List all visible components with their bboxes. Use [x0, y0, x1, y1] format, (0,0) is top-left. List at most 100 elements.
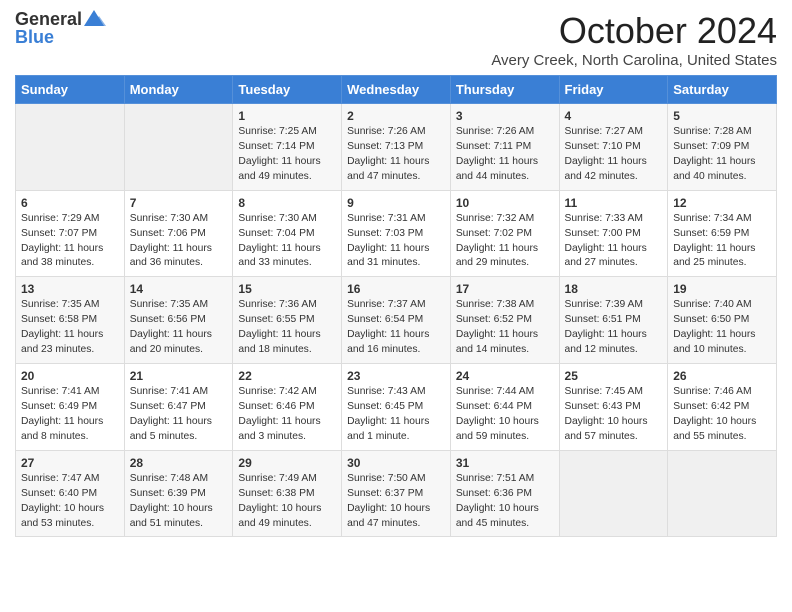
day-cell: 11 Sunrise: 7:33 AM Sunset: 7:00 PM Dayli…	[559, 190, 668, 277]
day-info: Sunrise: 7:32 AM Sunset: 7:02 PM Dayligh…	[456, 212, 554, 272]
day-cell	[16, 104, 125, 191]
day-info: Sunrise: 7:43 AM Sunset: 6:45 PM Dayligh…	[347, 385, 445, 445]
day-cell: 2 Sunrise: 7:26 AM Sunset: 7:13 PM Daylig…	[342, 104, 451, 191]
logo-icon	[84, 8, 106, 30]
day-number: 10	[456, 196, 554, 210]
day-cell: 13 Sunrise: 7:35 AM Sunset: 6:58 PM Dayli…	[16, 277, 125, 364]
day-number: 27	[21, 456, 119, 470]
day-cell: 14 Sunrise: 7:35 AM Sunset: 6:56 PM Dayli…	[124, 277, 233, 364]
day-info: Sunrise: 7:49 AM Sunset: 6:38 PM Dayligh…	[238, 472, 336, 532]
day-number: 30	[347, 456, 445, 470]
day-number: 12	[673, 196, 771, 210]
title-block: October 2024 Avery Creek, North Carolina…	[491, 10, 777, 69]
day-info: Sunrise: 7:41 AM Sunset: 6:47 PM Dayligh…	[130, 385, 228, 445]
day-number: 26	[673, 369, 771, 383]
day-info: Sunrise: 7:27 AM Sunset: 7:10 PM Dayligh…	[565, 125, 663, 185]
day-cell: 24 Sunrise: 7:44 AM Sunset: 6:44 PM Dayli…	[450, 364, 559, 451]
day-info: Sunrise: 7:38 AM Sunset: 6:52 PM Dayligh…	[456, 298, 554, 358]
day-cell: 6 Sunrise: 7:29 AM Sunset: 7:07 PM Daylig…	[16, 190, 125, 277]
week-row-5: 27 Sunrise: 7:47 AM Sunset: 6:40 PM Dayli…	[16, 450, 777, 537]
day-info: Sunrise: 7:29 AM Sunset: 7:07 PM Dayligh…	[21, 212, 119, 272]
day-info: Sunrise: 7:40 AM Sunset: 6:50 PM Dayligh…	[673, 298, 771, 358]
day-cell: 25 Sunrise: 7:45 AM Sunset: 6:43 PM Dayli…	[559, 364, 668, 451]
day-number: 29	[238, 456, 336, 470]
day-info: Sunrise: 7:34 AM Sunset: 6:59 PM Dayligh…	[673, 212, 771, 272]
day-info: Sunrise: 7:35 AM Sunset: 6:56 PM Dayligh…	[130, 298, 228, 358]
day-number: 17	[456, 282, 554, 296]
day-number: 11	[565, 196, 663, 210]
day-cell: 8 Sunrise: 7:30 AM Sunset: 7:04 PM Daylig…	[233, 190, 342, 277]
day-info: Sunrise: 7:35 AM Sunset: 6:58 PM Dayligh…	[21, 298, 119, 358]
day-number: 3	[456, 109, 554, 123]
day-number: 22	[238, 369, 336, 383]
day-info: Sunrise: 7:28 AM Sunset: 7:09 PM Dayligh…	[673, 125, 771, 185]
day-cell: 21 Sunrise: 7:41 AM Sunset: 6:47 PM Dayli…	[124, 364, 233, 451]
day-info: Sunrise: 7:47 AM Sunset: 6:40 PM Dayligh…	[21, 472, 119, 532]
day-number: 8	[238, 196, 336, 210]
day-number: 18	[565, 282, 663, 296]
day-info: Sunrise: 7:51 AM Sunset: 6:36 PM Dayligh…	[456, 472, 554, 532]
day-cell: 15Sunrise: 7:36 AM Sunset: 6:55 PM Dayli…	[233, 277, 342, 364]
week-row-1: 1 Sunrise: 7:25 AM Sunset: 7:14 PM Daylig…	[16, 104, 777, 191]
day-cell: 9Sunrise: 7:31 AM Sunset: 7:03 PM Daylig…	[342, 190, 451, 277]
day-number: 24	[456, 369, 554, 383]
day-cell: 22 Sunrise: 7:42 AM Sunset: 6:46 PM Dayli…	[233, 364, 342, 451]
day-cell: 3Sunrise: 7:26 AM Sunset: 7:11 PM Daylig…	[450, 104, 559, 191]
day-info: Sunrise: 7:42 AM Sunset: 6:46 PM Dayligh…	[238, 385, 336, 445]
day-cell: 27 Sunrise: 7:47 AM Sunset: 6:40 PM Dayli…	[16, 450, 125, 537]
day-number: 7	[130, 196, 228, 210]
day-number: 1	[238, 109, 336, 123]
day-cell: 16 Sunrise: 7:37 AM Sunset: 6:54 PM Dayli…	[342, 277, 451, 364]
day-number: 5	[673, 109, 771, 123]
day-info: Sunrise: 7:25 AM Sunset: 7:14 PM Dayligh…	[238, 125, 336, 185]
day-cell: 19Sunrise: 7:40 AM Sunset: 6:50 PM Dayli…	[668, 277, 777, 364]
day-info: Sunrise: 7:37 AM Sunset: 6:54 PM Dayligh…	[347, 298, 445, 358]
day-info: Sunrise: 7:33 AM Sunset: 7:00 PM Dayligh…	[565, 212, 663, 272]
day-cell	[559, 450, 668, 537]
day-cell: 28Sunrise: 7:48 AM Sunset: 6:39 PM Dayli…	[124, 450, 233, 537]
day-number: 14	[130, 282, 228, 296]
day-cell: 5 Sunrise: 7:28 AM Sunset: 7:09 PM Daylig…	[668, 104, 777, 191]
page-header: General Blue October 2024 Avery Creek, N…	[15, 10, 777, 69]
day-number: 28	[130, 456, 228, 470]
day-info: Sunrise: 7:45 AM Sunset: 6:43 PM Dayligh…	[565, 385, 663, 445]
day-cell	[124, 104, 233, 191]
day-cell: 4 Sunrise: 7:27 AM Sunset: 7:10 PM Daylig…	[559, 104, 668, 191]
header-day-friday: Friday	[559, 76, 668, 104]
day-number: 23	[347, 369, 445, 383]
day-number: 13	[21, 282, 119, 296]
day-number: 21	[130, 369, 228, 383]
header-day-thursday: Thursday	[450, 76, 559, 104]
calendar-table: SundayMondayTuesdayWednesdayThursdayFrid…	[15, 75, 777, 537]
day-cell: 12 Sunrise: 7:34 AM Sunset: 6:59 PM Dayli…	[668, 190, 777, 277]
day-cell: 31 Sunrise: 7:51 AM Sunset: 6:36 PM Dayli…	[450, 450, 559, 537]
day-cell: 20Sunrise: 7:41 AM Sunset: 6:49 PM Dayli…	[16, 364, 125, 451]
header-day-monday: Monday	[124, 76, 233, 104]
day-info: Sunrise: 7:41 AM Sunset: 6:49 PM Dayligh…	[21, 385, 119, 445]
day-info: Sunrise: 7:44 AM Sunset: 6:44 PM Dayligh…	[456, 385, 554, 445]
logo: General Blue	[15, 10, 106, 48]
day-info: Sunrise: 7:31 AM Sunset: 7:03 PM Dayligh…	[347, 212, 445, 272]
day-number: 4	[565, 109, 663, 123]
day-number: 16	[347, 282, 445, 296]
day-number: 25	[565, 369, 663, 383]
day-number: 31	[456, 456, 554, 470]
day-info: Sunrise: 7:46 AM Sunset: 6:42 PM Dayligh…	[673, 385, 771, 445]
header-row: SundayMondayTuesdayWednesdayThursdayFrid…	[16, 76, 777, 104]
header-day-saturday: Saturday	[668, 76, 777, 104]
week-row-2: 6 Sunrise: 7:29 AM Sunset: 7:07 PM Daylig…	[16, 190, 777, 277]
header-day-tuesday: Tuesday	[233, 76, 342, 104]
day-cell	[668, 450, 777, 537]
day-info: Sunrise: 7:26 AM Sunset: 7:13 PM Dayligh…	[347, 125, 445, 185]
day-cell: 1 Sunrise: 7:25 AM Sunset: 7:14 PM Daylig…	[233, 104, 342, 191]
day-info: Sunrise: 7:30 AM Sunset: 7:04 PM Dayligh…	[238, 212, 336, 272]
day-number: 2	[347, 109, 445, 123]
logo-blue: Blue	[15, 28, 54, 48]
day-cell: 17 Sunrise: 7:38 AM Sunset: 6:52 PM Dayli…	[450, 277, 559, 364]
day-info: Sunrise: 7:36 AM Sunset: 6:55 PM Dayligh…	[238, 298, 336, 358]
week-row-3: 13 Sunrise: 7:35 AM Sunset: 6:58 PM Dayli…	[16, 277, 777, 364]
day-cell: 30 Sunrise: 7:50 AM Sunset: 6:37 PM Dayli…	[342, 450, 451, 537]
day-info: Sunrise: 7:50 AM Sunset: 6:37 PM Dayligh…	[347, 472, 445, 532]
day-number: 6	[21, 196, 119, 210]
day-cell: 18Sunrise: 7:39 AM Sunset: 6:51 PM Dayli…	[559, 277, 668, 364]
